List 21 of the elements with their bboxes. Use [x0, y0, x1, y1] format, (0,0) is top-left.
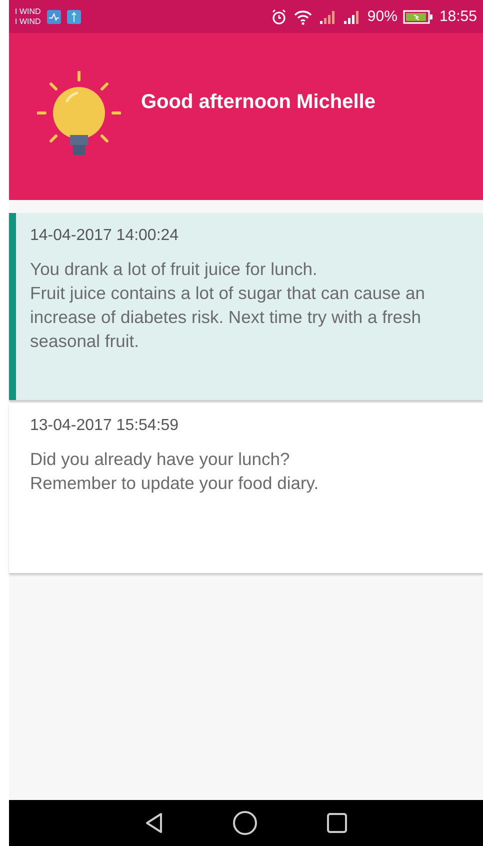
battery-percent: 90% [367, 8, 398, 25]
timestamp: 13-04-2017 15:54:59 [30, 417, 180, 435]
back-icon[interactable] [144, 812, 164, 834]
health-app-icon [46, 10, 61, 24]
message-text: Did you already have your lunch? Remember to update your food diary. [30, 448, 320, 495]
usb-icon [66, 10, 81, 24]
greeting-title: Good afternoon Michelle [141, 91, 376, 114]
signal-icon [343, 10, 362, 24]
alarm-icon [271, 8, 288, 24]
carrier-label: I WIND [15, 16, 41, 26]
home-icon[interactable] [232, 810, 258, 836]
battery-icon [403, 10, 434, 24]
notification-card[interactable]: 14-04-2017 14:00:24 You drank a lot of fruit juice for lunch. Fruit juice contains a lot of sugar that can cause an increase of diabetes risk. Next time try with a fresh seasonal fruit. [9, 213, 483, 400]
notification-card[interactable]: 13-04-2017 15:54:59 Did you already have your lunch? Remember to update your food diary. [9, 403, 483, 573]
signal-icon [319, 10, 338, 24]
wifi-icon [293, 8, 314, 24]
timestamp: 14-04-2017 14:00:24 [30, 227, 180, 245]
carrier-label: I WIND [15, 6, 41, 16]
message-text: You drank a lot of fruit juice for lunch. Fruit juice contains a lot of sugar that can cause an increase of diabetes risk. Next time try with a fresh seasonal fruit. [30, 258, 426, 353]
clock: 18:55 [439, 8, 477, 25]
recents-icon[interactable] [326, 812, 348, 834]
